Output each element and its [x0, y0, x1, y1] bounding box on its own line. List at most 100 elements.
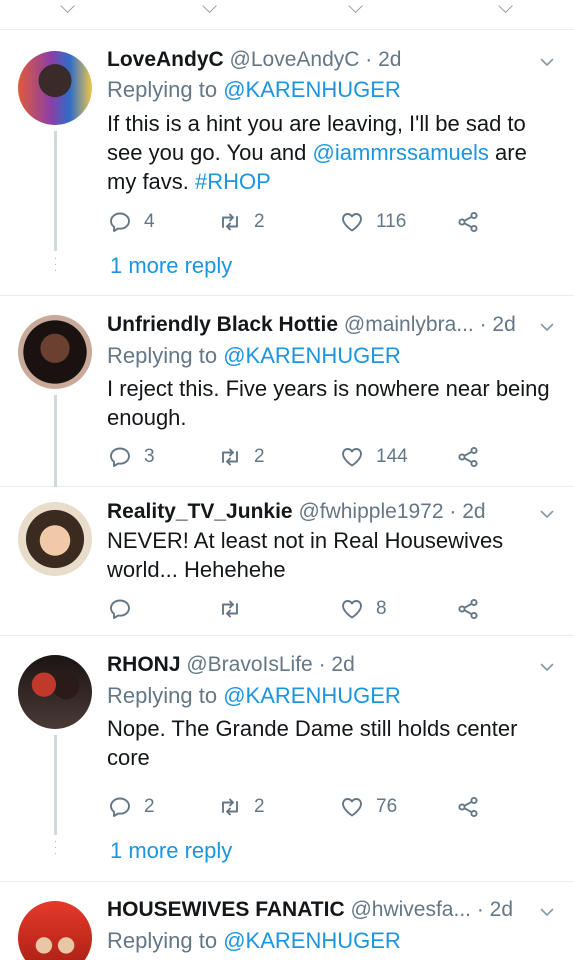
- tweet-header: Unfriendly Black Hottie @mainlybra... · …: [107, 313, 529, 337]
- replying-label: Replying to: [107, 928, 218, 953]
- share-button[interactable]: [456, 443, 480, 471]
- retweet-button[interactable]: 2: [218, 443, 265, 471]
- share-button[interactable]: [456, 208, 480, 236]
- reply-button[interactable]: 3: [108, 443, 155, 471]
- display-name[interactable]: LoveAndyC: [107, 48, 224, 71]
- action-bar: 4 2 116: [108, 208, 488, 236]
- like-icon[interactable]: ⌵: [348, 0, 363, 19]
- chevron-down-icon[interactable]: [540, 905, 554, 919]
- previous-tweet-actions: ⌵ ⌵ ⌵ ⌵: [0, 0, 574, 30]
- like-button[interactable]: 8: [340, 595, 387, 623]
- like-count: 76: [376, 796, 398, 817]
- display-name[interactable]: Reality_TV_Junkie: [107, 500, 293, 523]
- display-name[interactable]: Unfriendly Black Hottie: [107, 313, 338, 336]
- timestamp[interactable]: · 2d: [319, 653, 355, 676]
- chevron-down-icon[interactable]: [540, 55, 554, 69]
- avatar[interactable]: [18, 502, 92, 576]
- retweet-icon: [218, 795, 242, 819]
- share-icon: [456, 597, 480, 621]
- action-bar: 3 2 144: [108, 443, 488, 471]
- tweet-housewives-fanatic[interactable]: HOUSEWIVES FANATIC @hwivesfa... · 2d Rep…: [0, 883, 574, 960]
- retweet-icon[interactable]: ⌵: [202, 0, 217, 19]
- reply-icon: [108, 795, 132, 819]
- tweet-reality-tv-junkie[interactable]: Reality_TV_Junkie @fwhipple1972 · 2d NEV…: [0, 488, 574, 636]
- share-button[interactable]: [456, 595, 480, 623]
- tweet-rhonj[interactable]: · · · RHONJ @BravoIsLife · 2d Replying to …: [0, 637, 574, 882]
- share-button[interactable]: [456, 793, 480, 821]
- tweet-text: If this is a hint you are leaving, I'll …: [107, 109, 556, 196]
- reply-icon: [108, 597, 132, 621]
- retweet-button[interactable]: [218, 595, 254, 623]
- retweet-count: 2: [254, 446, 265, 467]
- heart-icon: [340, 210, 364, 234]
- replying-label: Replying to: [107, 683, 218, 708]
- timestamp[interactable]: · 2d: [477, 898, 513, 921]
- mention-link[interactable]: @KARENHUGER: [223, 683, 401, 708]
- tweet-header: Reality_TV_Junkie @fwhipple1972 · 2d: [107, 500, 529, 524]
- display-name[interactable]: RHONJ: [107, 653, 181, 676]
- retweet-icon: [218, 445, 242, 469]
- hashtag-link[interactable]: #RHOP: [195, 169, 271, 194]
- like-count: 144: [376, 446, 408, 467]
- reply-button[interactable]: [108, 595, 144, 623]
- avatar[interactable]: [18, 51, 92, 125]
- reply-count: 4: [144, 211, 155, 232]
- heart-icon: [340, 445, 364, 469]
- mention-link[interactable]: @iammrssamuels: [313, 140, 489, 165]
- like-button[interactable]: 144: [340, 443, 408, 471]
- retweet-button[interactable]: 2: [218, 793, 265, 821]
- replying-to: Replying to @KARENHUGER: [107, 343, 401, 369]
- like-button[interactable]: 76: [340, 793, 397, 821]
- reply-button[interactable]: 4: [108, 208, 155, 236]
- chevron-down-icon[interactable]: [540, 507, 554, 521]
- mention-link[interactable]: @KARENHUGER: [223, 77, 401, 102]
- replying-to: Replying to @KARENHUGER: [107, 928, 401, 954]
- share-icon: [456, 795, 480, 819]
- share-icon: [456, 210, 480, 234]
- handle[interactable]: @mainlybra...: [344, 313, 474, 336]
- like-count: 8: [376, 598, 387, 619]
- like-button[interactable]: 116: [340, 208, 406, 236]
- tweet-loveandyc[interactable]: · · · LoveAndyC @LoveAndyC · 2d Replying t…: [0, 31, 574, 296]
- action-bar: 8: [108, 595, 488, 623]
- replying-to: Replying to @KARENHUGER: [107, 77, 401, 103]
- tweet-header: LoveAndyC @LoveAndyC · 2d: [107, 48, 529, 72]
- handle[interactable]: @hwivesfa...: [350, 898, 471, 921]
- replying-to: Replying to @KARENHUGER: [107, 683, 401, 709]
- handle[interactable]: @LoveAndyC: [230, 48, 360, 71]
- timestamp[interactable]: · 2d: [365, 48, 401, 71]
- share-icon[interactable]: ⌵: [498, 0, 513, 19]
- more-replies-link[interactable]: 1 more reply: [110, 253, 232, 279]
- retweet-button[interactable]: 2: [218, 208, 265, 236]
- replying-label: Replying to: [107, 77, 218, 102]
- thread-dots: · · ·: [53, 253, 58, 276]
- tweet-header: HOUSEWIVES FANATIC @hwivesfa... · 2d: [107, 898, 529, 922]
- avatar[interactable]: [18, 655, 92, 729]
- chevron-down-icon[interactable]: [540, 320, 554, 334]
- chevron-down-icon[interactable]: [540, 660, 554, 674]
- reply-icon[interactable]: ⌵: [60, 0, 75, 19]
- handle[interactable]: @BravoIsLife: [186, 653, 312, 676]
- reply-button[interactable]: 2: [108, 793, 155, 821]
- replying-label: Replying to: [107, 343, 218, 368]
- tweet-unfriendly-black-hottie[interactable]: Unfriendly Black Hottie @mainlybra... · …: [0, 297, 574, 487]
- heart-icon: [340, 795, 364, 819]
- reply-count: 2: [144, 796, 155, 817]
- tweet-text: Nope. The Grande Dame still holds center…: [107, 716, 518, 770]
- display-name[interactable]: HOUSEWIVES FANATIC: [107, 898, 345, 921]
- avatar[interactable]: [18, 315, 92, 389]
- mention-link[interactable]: @KARENHUGER: [223, 343, 401, 368]
- more-replies-link[interactable]: 1 more reply: [110, 838, 232, 864]
- thread-line: [54, 395, 57, 487]
- mention-link[interactable]: @KARENHUGER: [223, 928, 401, 953]
- retweet-icon: [218, 210, 242, 234]
- tweet-text: NEVER! At least not in Real Housewives w…: [107, 528, 504, 582]
- heart-icon: [340, 597, 364, 621]
- avatar[interactable]: [18, 901, 92, 960]
- thread-line: [54, 735, 57, 835]
- handle[interactable]: @fwhipple1972: [298, 500, 443, 523]
- timestamp[interactable]: · 2d: [480, 313, 516, 336]
- share-icon: [456, 445, 480, 469]
- timestamp[interactable]: · 2d: [449, 500, 485, 523]
- reply-icon: [108, 445, 132, 469]
